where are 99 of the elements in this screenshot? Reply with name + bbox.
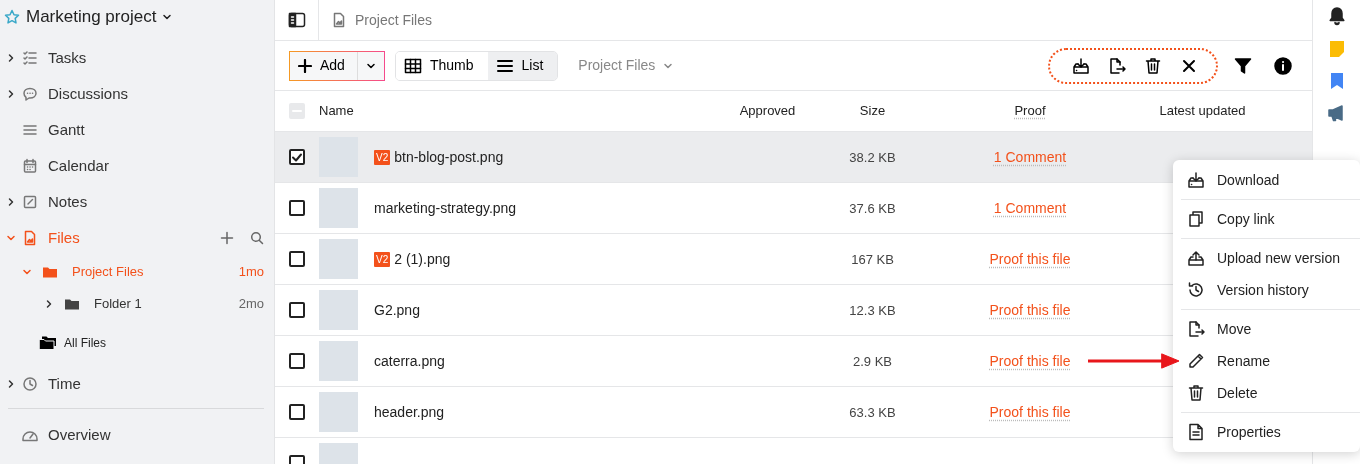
thumbnail-placeholder [319, 239, 358, 279]
chevron-right-icon[interactable] [6, 89, 16, 99]
pencil-icon [1187, 352, 1205, 370]
checklist-icon [22, 50, 38, 66]
chevron-right-icon[interactable] [6, 53, 16, 63]
chevron-down-icon[interactable] [6, 233, 16, 243]
folders-icon [38, 335, 58, 351]
move-file-icon [1108, 56, 1126, 75]
folder-icon [42, 265, 58, 279]
version-badge: V2 [374, 251, 391, 267]
history-icon [1187, 281, 1205, 299]
check-icon [291, 151, 303, 163]
nav-item[interactable]: Overview [48, 423, 111, 447]
search-icon[interactable] [250, 231, 264, 245]
filter-icon [1234, 56, 1252, 75]
file-size: 63.3 KB [849, 404, 896, 420]
column-header: Approved [739, 103, 796, 119]
lines-icon [22, 122, 38, 138]
file-size: 2.9 KB [853, 353, 892, 369]
file-name[interactable]: caterra.png [374, 350, 445, 372]
menu-item[interactable]: Properties [1181, 416, 1360, 448]
menu-item[interactable]: Upload new version [1181, 242, 1360, 274]
nav-item[interactable]: Notes [48, 190, 88, 214]
trash-icon [1187, 384, 1205, 402]
bookmark-icon[interactable] [1329, 72, 1344, 90]
menu-item[interactable]: Move [1181, 313, 1360, 345]
caret-icon[interactable] [162, 12, 173, 22]
proof-link[interactable]: Proof this file [989, 352, 1071, 369]
view-tab[interactable]: List [487, 51, 558, 80]
proof-link[interactable]: Proof this file [989, 301, 1071, 318]
row-checkbox[interactable] [289, 404, 305, 420]
file-name[interactable]: header.png [374, 401, 445, 423]
column-header: Latest updated [1159, 103, 1246, 119]
nav-item[interactable]: Calendar [48, 154, 109, 178]
file-image-icon [331, 12, 347, 28]
menu-item[interactable]: Download [1181, 164, 1360, 196]
chat-bubble-icon [22, 86, 38, 102]
nav-item[interactable]: Gantt [48, 118, 85, 142]
trash-icon [1144, 56, 1162, 75]
document-icon [1187, 423, 1205, 441]
menu-item[interactable]: Delete [1181, 377, 1360, 409]
move-file-icon [1187, 320, 1205, 338]
plus-icon[interactable] [220, 231, 234, 245]
file-size: 38.2 KB [849, 149, 896, 165]
column-header: Proof [1014, 103, 1046, 119]
copy-icon [1187, 210, 1205, 228]
file-image-icon [22, 230, 38, 246]
all-files-link[interactable]: All Files [64, 334, 106, 352]
folder-icon [64, 297, 80, 311]
menu-item[interactable]: Rename [1181, 345, 1360, 377]
thumbnail-placeholder [319, 341, 358, 381]
thumbnail-placeholder [319, 392, 358, 432]
column-header: Size [859, 103, 886, 119]
row-checkbox[interactable] [289, 251, 305, 267]
proof-link[interactable]: 1 Comment [993, 199, 1067, 216]
chevron-right-icon[interactable] [44, 299, 54, 309]
file-size: 37.6 KB [849, 200, 896, 216]
nav-item[interactable]: Time [48, 372, 81, 396]
download-icon [1187, 171, 1205, 189]
bell-icon[interactable] [1327, 6, 1346, 26]
row-checkbox[interactable] [289, 302, 305, 318]
plus-icon [298, 58, 312, 73]
folder-age: 1mo [238, 263, 264, 282]
list-icon [495, 57, 514, 74]
menu-item[interactable]: Version history [1181, 274, 1360, 306]
calendar-icon [22, 158, 38, 174]
file-name[interactable]: btn-blog-post.png [394, 146, 504, 168]
version-badge: V2 [374, 149, 391, 165]
folder-dropdown[interactable]: Project Files [568, 55, 684, 76]
chevron-right-icon[interactable] [6, 197, 16, 207]
chevron-down-icon[interactable] [22, 267, 32, 277]
proof-link[interactable]: Proof this file [989, 250, 1071, 267]
file-name[interactable]: G2.png [374, 299, 420, 321]
folder-age: 2mo [238, 295, 264, 314]
chevron-right-icon[interactable] [6, 379, 16, 389]
file-name[interactable]: marketing-strategy.png [374, 197, 517, 219]
file-name[interactable]: 2 (1).png [394, 248, 451, 270]
row-checkbox[interactable] [289, 200, 305, 216]
row-checkbox[interactable] [289, 149, 305, 165]
thumbnail-placeholder [319, 290, 358, 330]
project-title[interactable]: Marketing project [26, 4, 157, 30]
thumbnail-placeholder [319, 188, 358, 228]
row-checkbox[interactable] [289, 353, 305, 369]
sidebar-toggle-icon[interactable] [287, 12, 306, 28]
column-header: Name [319, 103, 354, 119]
grid-icon [403, 57, 422, 74]
clock-icon [22, 376, 38, 392]
download-icon [1072, 56, 1090, 75]
breadcrumb-title: Project Files [355, 10, 433, 30]
upload-icon [1187, 249, 1205, 267]
note-icon [22, 194, 38, 210]
nav-item[interactable]: Tasks [48, 46, 87, 70]
folder-item[interactable]: Folder 1 [94, 294, 142, 314]
info-icon [1274, 56, 1292, 75]
file-size: 12.3 KB [849, 302, 896, 318]
proof-link[interactable]: Proof this file [989, 403, 1071, 420]
nav-item[interactable]: Discussions [48, 82, 129, 106]
file-size: 167 KB [851, 251, 894, 267]
menu-item[interactable]: Copy link [1181, 203, 1360, 235]
